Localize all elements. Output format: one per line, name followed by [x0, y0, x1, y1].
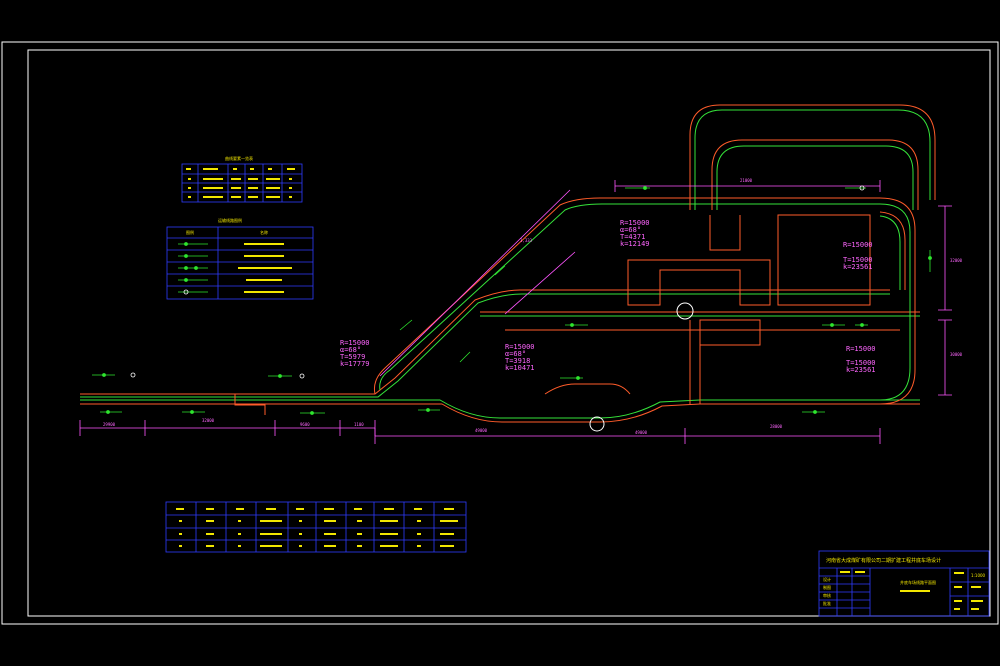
project-title: 河南省大成煤矿有限公司二期扩建工程井底车场设计: [826, 557, 941, 564]
arrow-icon: [100, 410, 122, 414]
top-loop-outer: [689, 104, 936, 210]
curve-2-length: k=10471: [505, 364, 535, 372]
curve-3-length: k=12149: [620, 240, 650, 248]
legend-title: 运输线路图例: [218, 217, 242, 223]
arrow-icon: [822, 323, 845, 327]
shaft-circle-main: [676, 302, 694, 320]
siding-bottom: [544, 383, 631, 395]
drawing-name: 井底车场线路平面图: [900, 579, 936, 585]
right-loop-r2-outer: [879, 211, 906, 290]
connector-1: [709, 215, 741, 251]
transport-legend-table: 运输线路图例 图例 名称: [166, 217, 314, 300]
legend-header-symbol: 图例: [186, 229, 194, 235]
main-line-inner-bottom: [80, 399, 920, 419]
arrow-icon: [182, 410, 205, 414]
arrow-icon: [928, 250, 932, 272]
curve-table-title: 曲线要素一览表: [225, 155, 253, 161]
curve-annotation-5: R=15000 T=15000 k=23561: [846, 345, 876, 374]
notes-table: [165, 501, 467, 553]
chamber-outline-1: [627, 259, 771, 306]
arrow-icon: [300, 411, 325, 415]
arrow-icon: [855, 323, 868, 327]
curve-1-length: k=17779: [340, 360, 370, 368]
title-scale: 1:1000: [971, 573, 986, 578]
main-line-inner-top: [80, 293, 890, 398]
svg-text:21000: 21000: [740, 178, 753, 183]
arrow-icon: [802, 410, 825, 414]
title-label-approve: 批准: [823, 600, 831, 606]
svg-text:32000: 32000: [950, 258, 963, 263]
dimension-values: 29900 32000 9600 1100 49000 49000 28000 …: [103, 178, 963, 435]
curve-annotation-2: R=15000 α=68° T=3918 k=10471: [505, 343, 535, 372]
arrow-icon: [130, 372, 136, 378]
curve-4-length: k=23561: [843, 263, 873, 271]
inner-frame: [27, 49, 991, 617]
top-loop2-outer: [711, 139, 919, 210]
legend-header-name: 名称: [260, 229, 268, 235]
curve-5-length: k=23561: [846, 366, 876, 374]
right-loop-inner: [879, 203, 911, 401]
title-block: 河南省大成煤矿有限公司二期扩建工程井底车场设计 井底车场线路平面图 设计 制图 …: [818, 550, 990, 617]
svg-text:32000: 32000: [202, 418, 215, 423]
curve-4-radius: R=15000: [843, 241, 873, 249]
arrow-icon: [459, 351, 471, 363]
title-label-review: 审核: [823, 592, 831, 598]
arrow-icon: [92, 373, 115, 377]
shaft-circle-aux: [589, 416, 605, 432]
top-loop-inner: [694, 109, 931, 210]
curve-annotation-3: R=15000 α=68° T=4371 k=12149: [620, 219, 650, 248]
arrow-icon: [494, 265, 506, 276]
curve-annotation-1: R=15000 α=68° T=5979 k=17779: [340, 339, 370, 368]
rail-network: [80, 104, 936, 423]
svg-text:3,333: 3,333: [520, 238, 533, 243]
chamber-outline-2: [699, 319, 761, 346]
svg-text:30000: 30000: [950, 352, 963, 357]
cad-drawing-canvas: 29900 32000 9600 1100 49000 49000 28000 …: [1, 41, 999, 625]
curve-element-table: 曲线要素一览表: [181, 155, 303, 203]
arrow-icon: [560, 376, 583, 380]
svg-text:9600: 9600: [300, 422, 310, 427]
arrow-icon: [418, 408, 440, 412]
arrow-icon: [845, 185, 866, 191]
arrow-icon: [625, 186, 650, 190]
arrow-icon: [399, 319, 413, 331]
title-label-design: 设计: [823, 576, 831, 582]
arrow-icon: [268, 374, 292, 378]
svg-text:29900: 29900: [103, 422, 116, 427]
shaft-corridor: [689, 320, 701, 404]
arrow-icon: [299, 373, 305, 379]
curve-annotation-4: R=15000 T=15000 k=23561: [843, 241, 873, 271]
curve-5-radius: R=15000: [846, 345, 876, 353]
svg-text:1100: 1100: [354, 422, 364, 427]
svg-text:28000: 28000: [770, 424, 783, 429]
right-loop-r2-inner: [879, 215, 901, 290]
main-line-outer-top: [80, 289, 890, 395]
title-label-draw: 制图: [823, 584, 831, 590]
arrow-icon: [565, 323, 588, 327]
svg-text:49000: 49000: [635, 430, 648, 435]
outer-frame: [1, 41, 999, 625]
svg-text:49000: 49000: [475, 428, 488, 433]
